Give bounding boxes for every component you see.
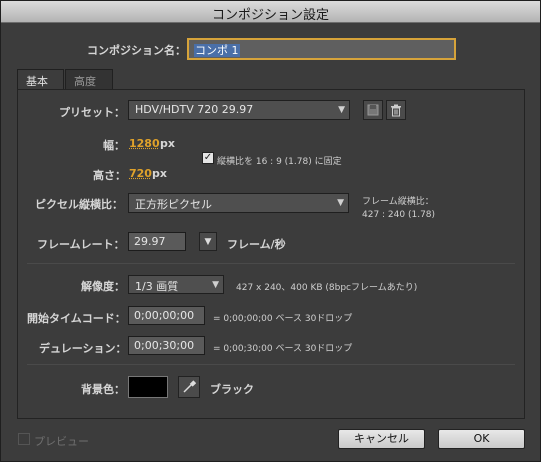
resolution-label: 解像度： xyxy=(81,280,125,293)
frame-rate-label: フレームレート： xyxy=(37,238,125,251)
duration-input[interactable]: 0;00;30;00 xyxy=(128,336,205,355)
height-unit: px xyxy=(152,167,167,180)
divider xyxy=(27,263,515,264)
delete-preset-button[interactable] xyxy=(386,100,406,120)
duration-info: = 0;00;30;00 ベース 30ドロップ xyxy=(213,344,353,354)
frame-rate-input[interactable]: 29.97 xyxy=(128,232,186,251)
duration-value: 0;00;30;00 xyxy=(134,339,195,352)
chevron-down-icon: ▼ xyxy=(204,236,212,247)
resolution-info: 427 x 240、400 KB (8bpcフレームあたり) xyxy=(236,283,418,293)
divider xyxy=(27,364,515,365)
comp-name-label: コンポジション名： xyxy=(87,44,186,57)
preview-checkbox[interactable] xyxy=(18,433,30,445)
start-timecode-label: 開始タイムコード： xyxy=(27,312,126,325)
background-color-name: ブラック xyxy=(210,383,254,396)
tab-basic[interactable]: 基本 xyxy=(17,69,64,90)
ok-button[interactable]: OK xyxy=(438,429,525,449)
resolution-value: 1/3 画質 xyxy=(135,280,179,293)
tab-advanced[interactable]: 高度 xyxy=(65,69,113,89)
frame-aspect-value: 427 : 240 (1.78) xyxy=(362,210,436,220)
frame-rate-unit: フレーム/秒 xyxy=(227,238,286,251)
start-timecode-value: 0;00;00;00 xyxy=(134,309,195,322)
checkmark-icon: ✓ xyxy=(203,152,213,163)
chevron-down-icon: ▼ xyxy=(212,280,219,290)
frame-rate-value: 29.97 xyxy=(134,235,166,248)
width-label: 幅： xyxy=(103,139,125,152)
pixel-aspect-label: ピクセル縦横比： xyxy=(35,198,123,211)
composition-settings-dialog: コンポジション設定 コンポジション名： コンポ 1 基本 高度 プリセット： H… xyxy=(0,0,541,462)
comp-name-input[interactable]: コンポ 1 xyxy=(187,38,456,60)
preset-label: プリセット： xyxy=(59,106,125,119)
window-title: コンポジション設定 xyxy=(211,8,329,23)
trash-icon xyxy=(391,104,401,116)
preset-value: HDV/HDTV 720 29.97 xyxy=(135,103,254,116)
chevron-down-icon: ▼ xyxy=(338,105,345,115)
eyedropper-icon xyxy=(183,380,196,393)
save-preset-button[interactable] xyxy=(363,100,383,120)
lock-aspect-checkbox[interactable]: ✓ xyxy=(202,152,214,164)
background-color-label: 背景色： xyxy=(81,383,125,396)
width-unit: px xyxy=(160,137,175,150)
duration-label: デュレーション： xyxy=(39,342,127,355)
save-icon xyxy=(367,104,379,116)
tab-panel xyxy=(17,89,525,419)
pixel-aspect-value: 正方形ピクセル xyxy=(135,198,212,211)
chevron-down-icon: ▼ xyxy=(337,198,344,208)
pixel-aspect-dropdown[interactable]: 正方形ピクセル ▼ xyxy=(128,193,349,213)
title-bar[interactable]: コンポジション設定 xyxy=(1,1,540,23)
preview-label: プレビュー xyxy=(34,435,89,448)
start-timecode-info: = 0;00;00;00 ベース 30ドロップ xyxy=(213,314,353,324)
eyedropper-button[interactable] xyxy=(178,376,200,398)
width-value[interactable]: 1280 xyxy=(129,137,160,150)
background-color-swatch[interactable] xyxy=(128,376,168,398)
cancel-button[interactable]: キャンセル xyxy=(338,429,425,449)
frame-aspect-label: フレーム縦横比： xyxy=(362,197,434,207)
preset-dropdown[interactable]: HDV/HDTV 720 29.97 ▼ xyxy=(128,100,350,120)
height-value[interactable]: 720 xyxy=(129,167,152,180)
resolution-dropdown[interactable]: 1/3 画質 ▼ xyxy=(128,275,224,294)
start-timecode-input[interactable]: 0;00;00;00 xyxy=(128,306,205,325)
comp-name-value: コンポ 1 xyxy=(194,44,240,57)
lock-aspect-label: 縦横比を 16 : 9 (1.78) に固定 xyxy=(217,157,342,167)
height-label: 高さ： xyxy=(93,169,126,182)
frame-rate-dropdown-button[interactable]: ▼ xyxy=(199,232,217,251)
